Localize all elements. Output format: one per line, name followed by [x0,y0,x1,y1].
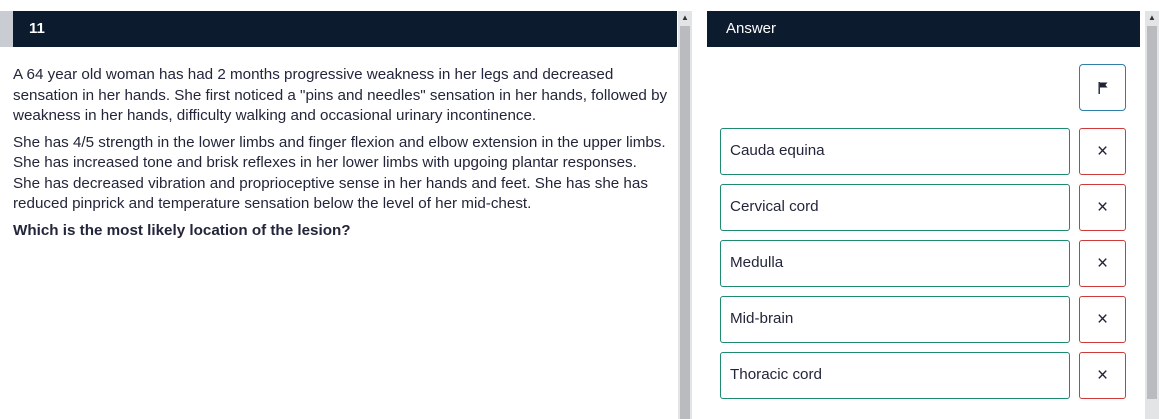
scroll-up-arrow-icon[interactable]: ▲ [1145,12,1159,24]
scroll-up-arrow-icon[interactable]: ▲ [678,12,692,24]
question-scrollbar-thumb[interactable] [680,26,690,419]
close-icon: × [1096,196,1109,218]
flag-question-button[interactable] [1079,64,1126,111]
header-accent [0,11,13,47]
strike-option-button[interactable]: × [1079,240,1126,287]
strike-option-button[interactable]: × [1079,128,1126,175]
answer-option-label: Medulla [730,254,784,271]
question-body: A 64 year old woman has had 2 months pro… [13,65,668,247]
answer-option[interactable]: Cauda equina [720,128,1070,175]
strike-option-button[interactable]: × [1079,296,1126,343]
answer-option-label: Cervical cord [730,198,819,215]
question-paragraph: She has 4/5 strength in the lower limbs … [13,133,666,213]
strike-option-button[interactable]: × [1079,184,1126,231]
answer-option-label: Cauda equina [730,142,825,159]
close-icon: × [1096,140,1109,162]
flag-icon [1098,81,1107,94]
close-icon: × [1096,252,1109,274]
answer-panel: Answer Cauda equina × Cervical cord × Me… [696,0,1159,419]
answer-option[interactable]: Mid-brain [720,296,1070,343]
question-prompt: Which is the most likely location of the… [13,221,351,239]
answer-option-label: Mid-brain [730,310,794,327]
close-icon: × [1096,364,1109,386]
question-paragraph: A 64 year old woman has had 2 months pro… [13,66,668,124]
answer-header: Answer [707,11,1140,47]
answer-title: Answer [726,20,777,37]
strike-option-button[interactable]: × [1079,352,1126,399]
answer-option-label: Thoracic cord [730,366,823,383]
question-header: 11 [0,11,677,47]
question-panel: 11 A 64 year old woman has had 2 months … [0,0,694,419]
question-number: 11 [29,20,45,37]
close-icon: × [1096,308,1109,330]
answer-option[interactable]: Thoracic cord [720,352,1070,399]
answer-scrollbar-thumb[interactable] [1147,26,1157,399]
answer-option[interactable]: Medulla [720,240,1070,287]
answer-option[interactable]: Cervical cord [720,184,1070,231]
